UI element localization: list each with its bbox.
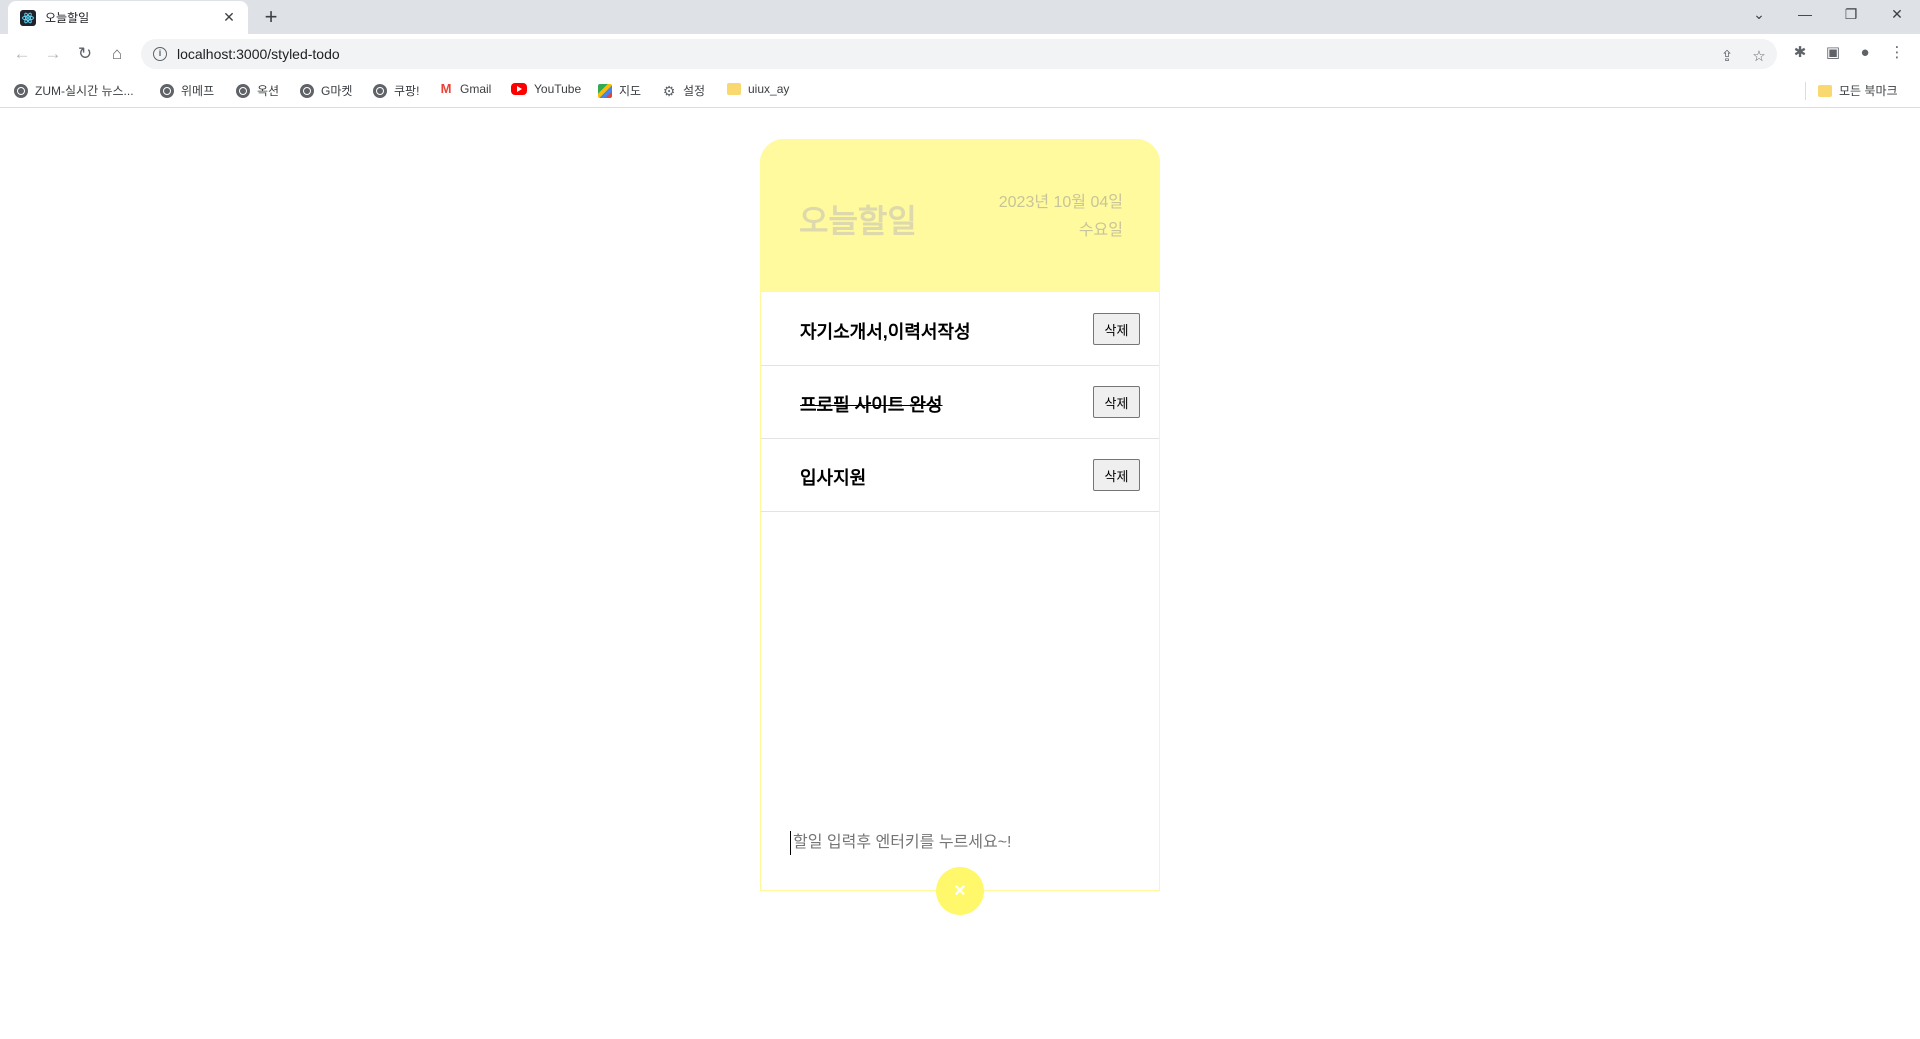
bookmark-label: ZUM-실시간 뉴스...	[35, 84, 134, 98]
delete-button[interactable]: 삭제	[1093, 459, 1140, 491]
site-info-icon[interactable]: i	[153, 47, 167, 61]
bookmark-label: 위메프	[181, 84, 215, 98]
tab-title: 오늘할일	[45, 11, 90, 25]
bookmarks-bar: ZUM-실시간 뉴스... 위메프 옥션 G마켓 쿠팡! M Gmail You…	[0, 74, 1920, 108]
maps-icon	[598, 83, 612, 98]
folder-icon	[727, 83, 741, 95]
bookmark-label: 지도	[619, 84, 642, 98]
bookmarks-divider	[1805, 82, 1806, 100]
youtube-icon	[511, 83, 527, 95]
tab-search-icon[interactable]: ⌄	[1736, 0, 1782, 30]
todo-date: 2023년 10월 04일 수요일	[999, 189, 1123, 245]
bookmark-item[interactable]: 쿠팡!	[373, 82, 419, 99]
bookmark-label: 설정	[683, 84, 706, 98]
folder-icon	[1818, 84, 1832, 97]
back-icon[interactable]: ←	[9, 41, 35, 67]
all-bookmarks-label: 모든 북마크	[1839, 84, 1898, 98]
todo-item-text[interactable]: 프로필 사이트 완성	[800, 391, 942, 417]
all-bookmarks-folder[interactable]: 모든 북마크	[1818, 82, 1898, 99]
toggle-input-button[interactable]: ×	[936, 867, 984, 915]
extensions-icon[interactable]: ✱	[1788, 41, 1812, 65]
bookmark-item[interactable]: G마켓	[300, 82, 352, 99]
profile-icon[interactable]: ●	[1853, 41, 1877, 65]
side-panel-icon[interactable]: ▣	[1821, 41, 1845, 65]
address-bar[interactable]: i localhost:3000/styled-todo ⇪ ☆	[141, 39, 1777, 69]
bookmark-folder[interactable]: uiux_ay	[727, 82, 789, 96]
todo-title: 오늘할일	[799, 203, 917, 239]
date-text: 2023년 10월 04일	[998, 194, 1123, 211]
todo-item[interactable]: 프로필 사이트 완성 삭제	[761, 366, 1159, 439]
globe-icon	[236, 83, 250, 98]
reload-icon[interactable]: ↻	[72, 41, 98, 67]
share-icon[interactable]: ⇪	[1716, 47, 1738, 65]
bookmark-label: Gmail	[460, 82, 492, 96]
url-text: localhost:3000/styled-todo	[177, 46, 340, 62]
globe-icon	[160, 83, 174, 98]
new-tab-button[interactable]: +	[258, 5, 284, 31]
todo-item-text[interactable]: 자기소개서,이력서작성	[800, 318, 971, 344]
bookmark-label: G마켓	[321, 84, 353, 98]
todo-list: 자기소개서,이력서작성 삭제 프로필 사이트 완성 삭제 입사지원 삭제	[761, 293, 1159, 512]
gmail-icon: M	[440, 81, 452, 96]
browser-tab[interactable]: 오늘할일 ✕	[8, 1, 248, 34]
close-icon: ×	[954, 879, 966, 902]
weekday-text: 수요일	[1078, 222, 1123, 239]
close-window-icon[interactable]: ✕	[1874, 0, 1920, 30]
bookmark-item[interactable]: M Gmail	[439, 81, 492, 97]
restore-icon[interactable]: ❐	[1828, 0, 1874, 30]
bookmark-star-icon[interactable]: ☆	[1748, 47, 1770, 65]
delete-button[interactable]: 삭제	[1093, 313, 1140, 345]
bookmark-item[interactable]: 옥션	[236, 82, 279, 99]
bookmark-label: 쿠팡!	[394, 84, 420, 98]
bookmark-label: uiux_ay	[748, 82, 790, 96]
browser-toolbar: ← → ↻ ⌂ i localhost:3000/styled-todo ⇪ ☆	[0, 34, 1920, 74]
globe-icon	[373, 83, 387, 98]
globe-icon	[300, 83, 314, 98]
todo-item-text[interactable]: 입사지원	[800, 464, 866, 490]
react-icon	[20, 9, 36, 26]
bookmark-item[interactable]: 위메프	[160, 82, 214, 99]
globe-icon	[14, 83, 28, 98]
forward-icon[interactable]: →	[40, 41, 66, 67]
gear-icon: ⚙	[662, 82, 676, 99]
home-icon[interactable]: ⌂	[104, 41, 130, 67]
bookmark-item[interactable]: ZUM-실시간 뉴스...	[14, 82, 134, 99]
tab-strip: 오늘할일 ✕ + ⌄ — ❐ ✕	[0, 0, 1920, 34]
minimize-icon[interactable]: —	[1782, 0, 1828, 30]
bookmark-label: 옥션	[257, 84, 280, 98]
bookmark-label: YouTube	[534, 82, 582, 96]
tab-close-icon[interactable]: ✕	[220, 9, 238, 26]
todo-card: 오늘할일 2023년 10월 04일 수요일 자기소개서,이력서작성 삭제 프로…	[760, 139, 1160, 891]
todo-input[interactable]	[790, 831, 1130, 855]
delete-button[interactable]: 삭제	[1093, 386, 1140, 418]
todo-item[interactable]: 입사지원 삭제	[761, 439, 1159, 512]
todo-item[interactable]: 자기소개서,이력서작성 삭제	[761, 293, 1159, 366]
menu-icon[interactable]: ⋮	[1885, 41, 1909, 65]
todo-header: 오늘할일 2023년 10월 04일 수요일	[760, 139, 1160, 292]
bookmark-item[interactable]: 지도	[598, 82, 641, 99]
bookmark-item[interactable]: YouTube	[511, 82, 581, 96]
bookmark-item[interactable]: ⚙ 설정	[662, 82, 705, 99]
